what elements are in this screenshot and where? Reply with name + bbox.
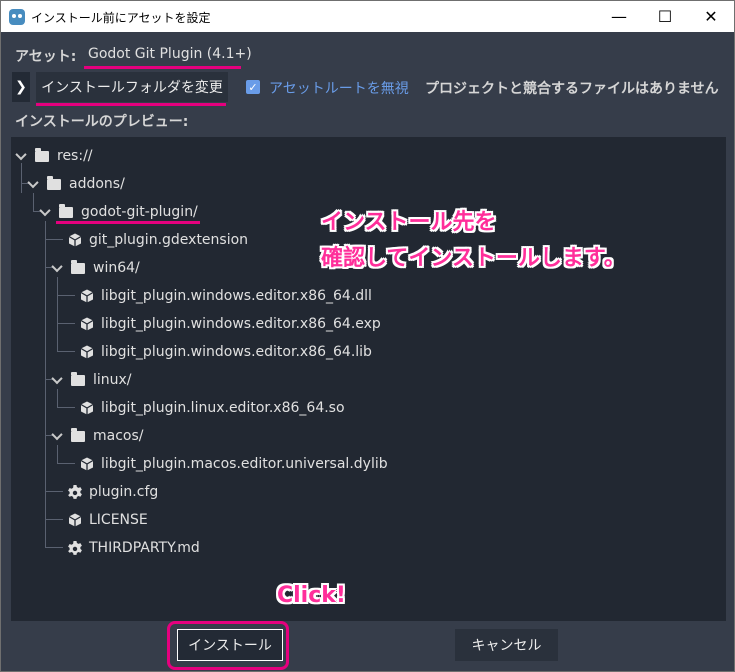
minimize-button[interactable]: — (596, 1, 642, 32)
tree-file-row[interactable]: libgit_plugin.windows.editor.x86_64.exp (79, 313, 381, 335)
tree-file-row[interactable]: plugin.cfg (67, 481, 158, 503)
tree-file-row[interactable]: libgit_plugin.windows.editor.x86_64.dll (79, 285, 372, 307)
annotation-line-1: インストール先を (321, 210, 497, 235)
gdextension-icon (79, 344, 101, 360)
expand-button[interactable]: ❯ (12, 72, 30, 102)
folder-icon (59, 203, 73, 218)
plugin-folder-highlight (56, 221, 200, 224)
tree-item-label: libgit_plugin.macos.editor.universal.dyl… (101, 456, 388, 472)
title-bar: インストール前にアセットを設定 — ☐ ✕ (1, 1, 734, 32)
dialog-content: アセット: Godot Git Plugin (4.1+) ❯ インストールフォ… (1, 32, 734, 671)
folder-icon (71, 371, 85, 386)
tree-file-row[interactable]: libgit_plugin.linux.editor.x86_64.so (79, 397, 345, 419)
install-button[interactable]: インストール (177, 629, 283, 661)
tree-item-label: res:// (57, 148, 93, 164)
chevron-down-icon[interactable] (39, 206, 51, 218)
folder-icon (71, 259, 85, 274)
close-button[interactable]: ✕ (688, 1, 734, 32)
tree-folder-row[interactable]: godot-git-plugin/ (39, 201, 198, 223)
ignore-asset-root-label[interactable]: アセットルートを無視 (269, 78, 409, 98)
install-preview-label: インストールのプレビュー: (15, 114, 189, 130)
tree-file-row[interactable]: LICENSE (67, 509, 148, 531)
gear-icon (67, 484, 89, 500)
tree-item-label: linux/ (93, 372, 132, 388)
asset-label: アセット: (15, 49, 77, 65)
tree-item-label: plugin.cfg (89, 484, 159, 500)
tree-item-label: libgit_plugin.windows.editor.x86_64.dll (101, 288, 372, 304)
tree-item-label: libgit_plugin.windows.editor.x86_64.lib (101, 344, 372, 360)
tree-folder-row[interactable]: win64/ (51, 257, 140, 279)
install-asset-dialog: インストール前にアセットを設定 — ☐ ✕ アセット: Godot Git Pl… (0, 0, 735, 672)
tree-file-row[interactable]: libgit_plugin.macos.editor.universal.dyl… (79, 453, 388, 475)
godot-icon (9, 9, 25, 25)
maximize-button[interactable]: ☐ (642, 1, 688, 32)
tree-item-label: win64/ (93, 260, 140, 276)
gdextension-icon (67, 512, 89, 528)
chevron-down-icon[interactable] (27, 178, 39, 190)
tree-file-row[interactable]: git_plugin.gdextension (67, 229, 248, 251)
gdextension-icon (79, 400, 101, 416)
tree-item-label: libgit_plugin.windows.editor.x86_64.exp (101, 316, 381, 332)
window-title: インストール前にアセットを設定 (31, 11, 211, 25)
gear-icon (67, 540, 89, 556)
chevron-down-icon[interactable] (51, 262, 63, 274)
gdextension-icon (79, 456, 101, 472)
folder-icon (35, 147, 49, 162)
annotation-line-2: 確認してインストールします。 (321, 246, 626, 271)
asset-name-highlight (84, 66, 241, 69)
tree-folder-row[interactable]: addons/ (27, 173, 125, 195)
tree-folder-row[interactable]: linux/ (51, 369, 132, 391)
cancel-button[interactable]: キャンセル (455, 629, 558, 661)
chevron-down-icon[interactable] (15, 150, 27, 162)
ignore-asset-root-checkbox[interactable]: ✓ (246, 80, 260, 94)
no-conflict-status: プロジェクトと競合するファイルはありません (425, 81, 719, 97)
folder-icon (47, 175, 61, 190)
gdextension-icon (79, 288, 101, 304)
tree-item-label: git_plugin.gdextension (89, 232, 249, 248)
tree-item-label: THIRDPARTY.md (89, 540, 200, 556)
asset-name: Godot Git Plugin (4.1+) (88, 46, 252, 62)
tree-file-row[interactable]: THIRDPARTY.md (67, 537, 200, 559)
gdextension-icon (79, 316, 101, 332)
tree-item-label: libgit_plugin.linux.editor.x86_64.so (101, 400, 345, 416)
tree-item-label: macos/ (93, 428, 144, 444)
gdextension-icon (67, 232, 89, 248)
chevron-down-icon[interactable] (51, 374, 63, 386)
tree-item-label: addons/ (69, 176, 125, 192)
click-annotation: Click! (277, 583, 346, 608)
folder-icon (71, 427, 85, 442)
tree-item-label: LICENSE (89, 512, 148, 528)
tree-file-row[interactable]: libgit_plugin.windows.editor.x86_64.lib (79, 341, 372, 363)
change-folder-highlight (36, 103, 226, 106)
chevron-down-icon[interactable] (51, 430, 63, 442)
tree-item-label: godot-git-plugin/ (81, 204, 198, 220)
tree-folder-row[interactable]: macos/ (51, 425, 144, 447)
change-install-folder-button[interactable]: インストールフォルダを変更 (36, 72, 228, 102)
tree-folder-row[interactable]: res:// (15, 145, 93, 167)
